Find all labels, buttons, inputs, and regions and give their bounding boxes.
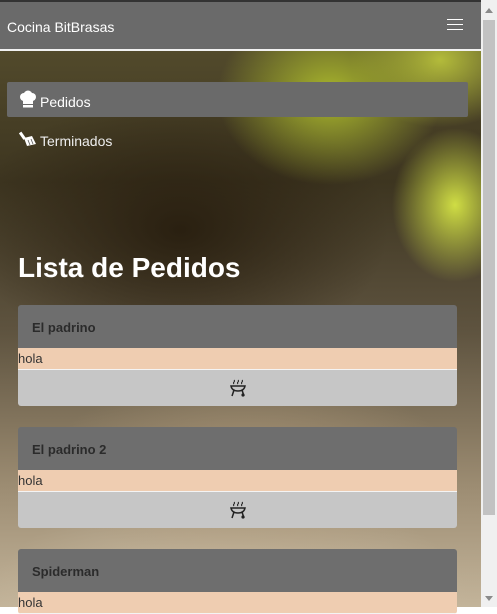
brand-link[interactable]: Cocina BitBrasas (7, 19, 114, 35)
scrollbar-thumb[interactable] (483, 20, 495, 515)
grill-icon (230, 379, 246, 397)
order-name: Spiderman (32, 564, 100, 579)
menu-item-pedidos[interactable]: Pedidos (7, 82, 468, 117)
order-card-header: El padrino (18, 305, 457, 348)
scrollbar[interactable] (481, 0, 497, 607)
order-card: El padrino 2 hola (18, 427, 457, 528)
order-note: hola (18, 592, 457, 614)
menu-item-label: Terminados (40, 133, 113, 149)
order-note: hola (18, 470, 457, 492)
cook-order-button[interactable] (18, 492, 457, 528)
page-title: Lista de Pedidos (18, 252, 241, 283)
navbar: Cocina BitBrasas (0, 2, 481, 51)
order-card: Spiderman hola (18, 549, 457, 614)
grill-icon (230, 501, 246, 519)
cook-order-button[interactable] (18, 370, 457, 406)
order-name: El padrino 2 (32, 442, 107, 457)
chef-hat-icon (20, 90, 36, 108)
hamburger-icon[interactable] (447, 19, 463, 33)
order-note: hola (18, 348, 457, 370)
order-name: El padrino (32, 320, 96, 335)
menu-item-terminados[interactable]: Terminados (7, 122, 468, 157)
order-card: El padrino hola (18, 305, 457, 406)
order-card-header: Spiderman (18, 549, 457, 592)
scroll-down-arrow-icon[interactable] (485, 596, 493, 601)
broom-icon (19, 131, 36, 146)
scroll-up-arrow-icon[interactable] (485, 8, 493, 13)
order-card-header: El padrino 2 (18, 427, 457, 470)
menu-item-label: Pedidos (40, 94, 91, 110)
